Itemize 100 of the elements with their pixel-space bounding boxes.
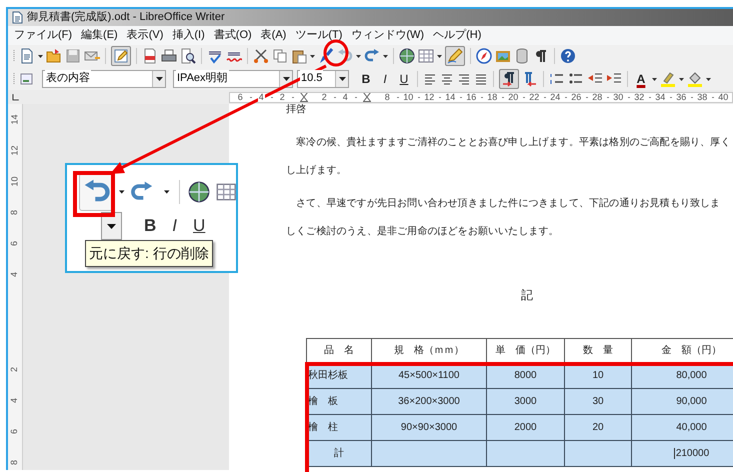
ruler-number: 28: [591, 92, 604, 102]
menu-item[interactable]: ヘルプ(H): [433, 27, 482, 44]
bold-button[interactable]: B: [144, 213, 156, 239]
table-cell-text: 2000: [514, 422, 537, 433]
scissors-icon[interactable]: [253, 48, 269, 64]
ruler-number: 14: [444, 92, 456, 102]
column-header: 単 価（円）: [486, 338, 564, 362]
printer-icon[interactable]: [161, 48, 177, 64]
salutation-text: 拝啓: [286, 104, 306, 116]
ruler-number: 4: [10, 272, 20, 277]
ruler-number: 14: [10, 114, 20, 124]
database-icon[interactable]: [514, 48, 530, 64]
globe-icon[interactable]: [399, 48, 415, 64]
table-icon[interactable]: [418, 48, 434, 64]
ruler-number: 20: [507, 92, 520, 102]
font-color-button[interactable]: A: [633, 70, 649, 88]
pilcrow-icon[interactable]: [533, 48, 549, 64]
styles-icon[interactable]: [19, 70, 35, 86]
ruler-number: 40: [717, 92, 730, 102]
new-document-icon[interactable]: [19, 48, 35, 64]
ruler-number: 2: [10, 367, 20, 372]
document-icon: [12, 11, 23, 24]
table-cell-text: 秋田杉板: [308, 370, 348, 381]
menu-item[interactable]: 書式(O): [214, 27, 252, 44]
highlighter-icon[interactable]: [660, 70, 676, 86]
table-cell-text: 8000: [514, 370, 537, 381]
bold-button[interactable]: B: [358, 70, 374, 88]
ruler-number: 2: [278, 92, 286, 102]
italic-button[interactable]: I: [377, 70, 393, 88]
annotation-circle: [324, 40, 348, 66]
caret-icon[interactable]: [107, 224, 116, 228]
undo-icon[interactable]: [337, 48, 353, 64]
menu-item[interactable]: 表示(V): [126, 27, 164, 44]
copy-icon[interactable]: [272, 48, 288, 64]
paragraph-style-field[interactable]: 表の内容: [42, 70, 166, 88]
menu-item[interactable]: ツール(T): [295, 27, 342, 44]
ruler-number: 12: [423, 92, 436, 102]
underline-button[interactable]: U: [396, 70, 412, 88]
table-cell-text: 40,000: [676, 422, 707, 433]
ruler-number: 2: [320, 92, 328, 102]
ruler-number: 8: [10, 210, 20, 215]
bulleted-list-icon[interactable]: [568, 70, 584, 86]
ruler-number: 8: [384, 92, 391, 102]
indent-marker-icon[interactable]: [363, 92, 372, 102]
menu-item[interactable]: 挿入(I): [172, 27, 205, 44]
table-cell-text: 90×90×3000: [400, 422, 458, 433]
column-header: 数 量: [564, 338, 632, 362]
table-cell-text: 90,000: [676, 396, 707, 407]
ruler-number: 4: [258, 92, 265, 102]
paint-bucket-icon[interactable]: [687, 70, 703, 86]
table-cell-text: 3000: [514, 396, 537, 407]
paintbrush-icon[interactable]: [318, 48, 334, 64]
caret-icon[interactable]: [156, 76, 162, 80]
indent-marker-icon[interactable]: [300, 92, 308, 102]
dropdown-button[interactable]: [101, 212, 122, 240]
caret-icon[interactable]: [119, 190, 125, 194]
table-cell-text: 檜 柱: [308, 422, 338, 433]
compass-icon[interactable]: [476, 48, 492, 64]
ruler-number: 22: [528, 92, 540, 102]
body-text-line: し上げます。: [286, 164, 347, 178]
ruler-number: 26: [570, 92, 582, 102]
picture-frame-icon[interactable]: [495, 48, 511, 64]
table-cell-text: 45×500×1100: [398, 370, 460, 381]
menu-item[interactable]: ファイル(F): [14, 27, 72, 44]
toolbar-grip-icon[interactable]: [12, 70, 16, 86]
redo-icon[interactable]: [364, 48, 380, 64]
ruler-number: 30: [612, 92, 624, 102]
ruler-number: 38: [696, 92, 708, 102]
table-cell-text: 210000: [674, 448, 710, 459]
font-size-field[interactable]: 10.5: [297, 70, 349, 88]
paragraph-arrow-icon[interactable]: [522, 70, 538, 86]
help-icon[interactable]: [560, 48, 576, 64]
table-cell-text: 30: [592, 396, 604, 407]
heading-text: 記: [521, 287, 533, 304]
window-title: 御見積書(完成版).odt - LibreOffice Writer: [27, 12, 225, 23]
tab-stop-icon[interactable]: [12, 94, 19, 100]
ruler-number: 24: [549, 92, 562, 102]
folder-icon[interactable]: [46, 48, 62, 64]
underline-button[interactable]: U: [193, 213, 206, 239]
clipboard-icon[interactable]: [291, 48, 307, 64]
ruler-number: 32: [633, 92, 646, 102]
pdf-document-icon[interactable]: [142, 48, 158, 64]
toolbar-grip-icon[interactable]: [12, 48, 16, 64]
italic-button[interactable]: I: [172, 213, 178, 239]
menu-item[interactable]: 編集(E): [81, 27, 118, 44]
table-cell-text: 10: [592, 370, 604, 381]
table-cell-text: 計: [334, 448, 344, 459]
menu-item[interactable]: ウィンドウ(W): [351, 27, 424, 44]
font-name-field[interactable]: IPAex明朝: [173, 70, 293, 88]
annotation-frame: [73, 171, 115, 217]
caret-icon[interactable]: [282, 76, 290, 80]
ruler-number: 16: [465, 92, 478, 102]
table-cell-text: 檜 板: [308, 396, 338, 407]
caret-icon[interactable]: [338, 76, 346, 80]
ruler-number: 18: [486, 92, 498, 102]
ruler-number: 6: [10, 429, 20, 434]
menu-item[interactable]: 表(A): [260, 27, 286, 44]
caret-icon[interactable]: [164, 190, 170, 194]
ruler-number: 6: [10, 241, 20, 246]
magnifier-page-icon[interactable]: [180, 48, 196, 64]
